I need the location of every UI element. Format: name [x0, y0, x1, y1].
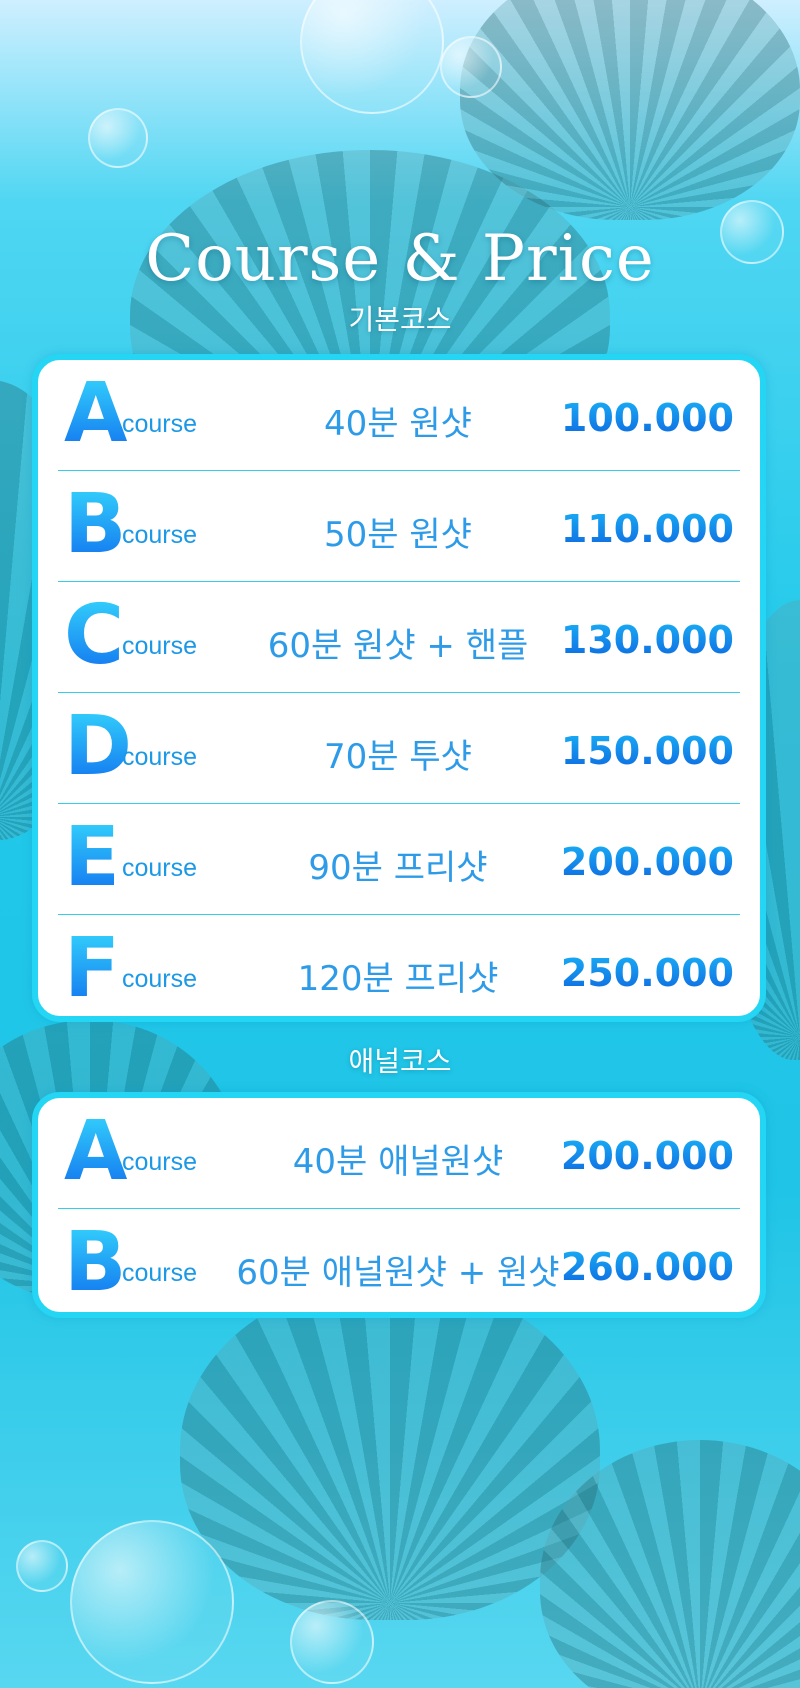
course-price: 260.000 [560, 1245, 734, 1289]
course-row: D course 70분 투샷 150.000 [58, 693, 740, 804]
course-price: 100.000 [560, 396, 734, 440]
course-label: course [122, 521, 198, 549]
course-row: B course 50분 원샷 110.000 [58, 471, 740, 582]
course-price: 200.000 [560, 1134, 734, 1178]
course-description: 70분 투샷 [324, 737, 472, 777]
shell-decoration [180, 1280, 600, 1620]
bubble-decoration [16, 1540, 68, 1592]
course-price: 200.000 [560, 840, 734, 884]
course-description: 120분 프리샷 [297, 959, 499, 999]
course-label: course [122, 1148, 198, 1176]
shell-decoration [460, 0, 800, 220]
course-row: C course 60분 원샷 + 핸플 130.000 [58, 582, 740, 693]
course-label: course [122, 854, 198, 882]
course-letter: A [64, 1104, 128, 1199]
bubble-decoration [88, 108, 148, 168]
course-price: 110.000 [560, 507, 734, 551]
course-row: B course 60분 애널원샷 + 원샷 260.000 [58, 1209, 740, 1319]
course-label: course [122, 1259, 198, 1287]
course-letter: B [64, 1215, 127, 1310]
anal-course-panel: A course 40분 애널원샷 200.000 B course 60분 애… [32, 1092, 766, 1318]
course-row: F course 120분 프리샷 250.000 [58, 915, 740, 1025]
course-row: E course 90분 프리샷 200.000 [58, 804, 740, 915]
course-description: 60분 원샷 + 핸플 [267, 626, 529, 666]
course-label: course [122, 743, 198, 771]
course-price: 150.000 [560, 729, 734, 773]
page-title: Course & Price [145, 222, 655, 296]
bubble-decoration [440, 36, 502, 98]
bubble-decoration [290, 1600, 374, 1684]
bubble-decoration [300, 0, 444, 114]
course-price: 130.000 [560, 618, 734, 662]
course-price: 250.000 [560, 951, 734, 995]
basic-course-heading: 기본코스 [348, 303, 452, 336]
course-letter: E [64, 810, 121, 905]
course-letter: F [64, 921, 121, 1016]
course-description: 60분 애널원샷 + 원샷 [236, 1253, 560, 1293]
basic-course-panel: A course 40분 원샷 100.000 B course 50분 원샷 … [32, 354, 766, 1022]
course-letter: B [64, 477, 127, 572]
bubble-decoration [70, 1520, 234, 1684]
course-label: course [122, 410, 198, 438]
course-row: A course 40분 원샷 100.000 [58, 360, 740, 471]
anal-course-heading: 애널코스 [348, 1045, 452, 1078]
course-row: A course 40분 애널원샷 200.000 [58, 1098, 740, 1209]
course-letter: C [64, 588, 125, 683]
course-label: course [122, 965, 198, 993]
course-description: 40분 애널원샷 [292, 1142, 504, 1182]
course-description: 90분 프리샷 [308, 848, 488, 888]
course-description: 40분 원샷 [324, 404, 472, 444]
course-label: course [122, 632, 198, 660]
course-letter: A [64, 366, 128, 461]
price-page: Course & Price 기본코스 A course 40분 원샷 100.… [0, 0, 800, 1688]
course-description: 50분 원샷 [324, 515, 472, 555]
